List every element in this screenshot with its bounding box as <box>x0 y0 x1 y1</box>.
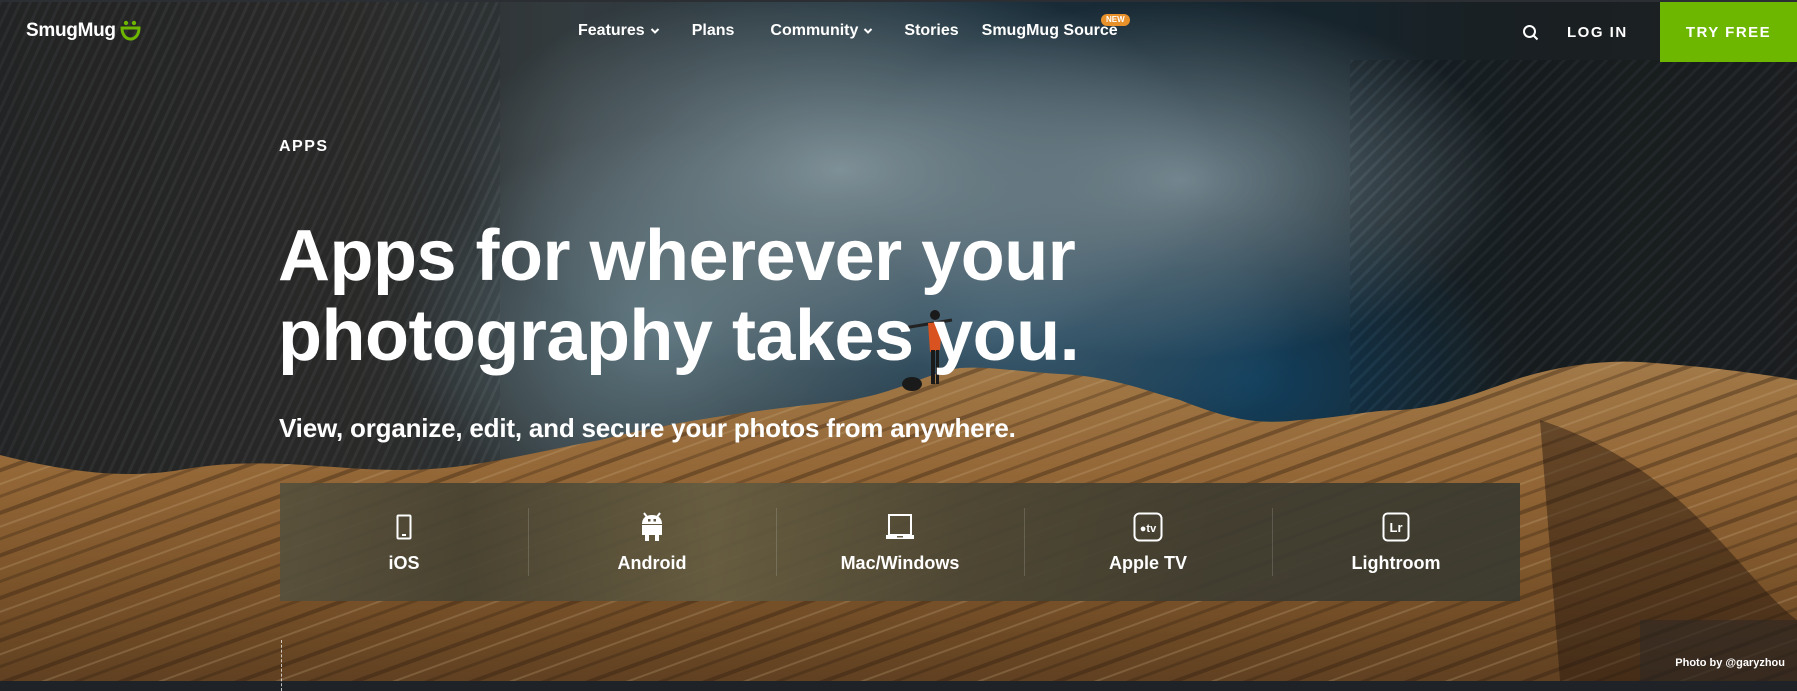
headline-line-2: photography takes you. <box>278 296 1080 376</box>
apple-tv-icon: ●tv <box>1132 511 1164 543</box>
nav-stories-label: Stories <box>904 22 959 39</box>
section-eyebrow: APPS <box>279 138 329 155</box>
nav-links: Features Plans Community Stories SmugMug… <box>578 14 1130 40</box>
nav-community[interactable]: Community <box>770 22 873 40</box>
nav-features-label: Features <box>578 22 645 39</box>
app-label: iOS <box>388 552 420 573</box>
lightroom-icon: Lr <box>1380 511 1412 543</box>
app-label: Lightroom <box>1351 552 1441 573</box>
app-card-android[interactable]: Android <box>528 483 776 601</box>
top-navigation: SmugMug Features Plans Community Stories… <box>0 2 1797 62</box>
nav-smugmug-source-label: SmugMug Source <box>981 22 1118 39</box>
chevron-down-icon <box>864 28 873 34</box>
laptop-icon <box>884 511 916 543</box>
chevron-down-icon <box>650 28 659 34</box>
app-card-ios[interactable]: iOS <box>280 483 528 601</box>
nav-smugmug-source[interactable]: SmugMug Source NEW <box>981 14 1130 40</box>
smiley-icon <box>120 20 141 41</box>
photo-credit: Photo by @garyzhou <box>1675 657 1785 669</box>
login-link[interactable]: LOG IN <box>1567 24 1628 41</box>
logo-text: SmugMug <box>26 20 116 41</box>
dotted-guide-line <box>281 640 282 691</box>
svg-text:●tv: ●tv <box>1140 523 1157 535</box>
apps-bar: iOS Android Mac/Windows ●tv Apple TV Lr … <box>280 483 1520 601</box>
app-label: Mac/Windows <box>840 552 960 573</box>
smugmug-logo[interactable]: SmugMug <box>26 20 142 42</box>
app-card-mac-windows[interactable]: Mac/Windows <box>776 483 1024 601</box>
hero-subtitle: View, organize, edit, and secure your ph… <box>279 413 1016 443</box>
nav-plans-label: Plans <box>691 22 735 39</box>
hero-headline: Apps for wherever your photography takes… <box>278 216 1178 376</box>
app-card-apple-tv[interactable]: ●tv Apple TV <box>1024 483 1272 601</box>
new-badge: NEW <box>1100 14 1130 26</box>
photo-credit-box: Photo by @garyzhou <box>1640 620 1797 681</box>
app-card-lightroom[interactable]: Lr Lightroom <box>1272 483 1520 601</box>
android-icon <box>636 511 668 543</box>
try-free-button[interactable]: TRY FREE <box>1660 2 1797 62</box>
app-label: Apple TV <box>1108 552 1187 573</box>
top-border <box>0 0 1797 2</box>
nav-plans[interactable]: Plans <box>692 22 735 40</box>
svg-text:Lr: Lr <box>1390 520 1403 535</box>
headline-line-1: Apps for wherever your <box>278 216 1076 296</box>
app-label: Android <box>617 552 687 573</box>
nav-features[interactable]: Features <box>578 22 660 40</box>
smartphone-icon <box>388 511 420 543</box>
search-icon[interactable] <box>1522 24 1540 42</box>
nav-community-label: Community <box>770 22 859 39</box>
nav-stories[interactable]: Stories <box>904 22 958 40</box>
